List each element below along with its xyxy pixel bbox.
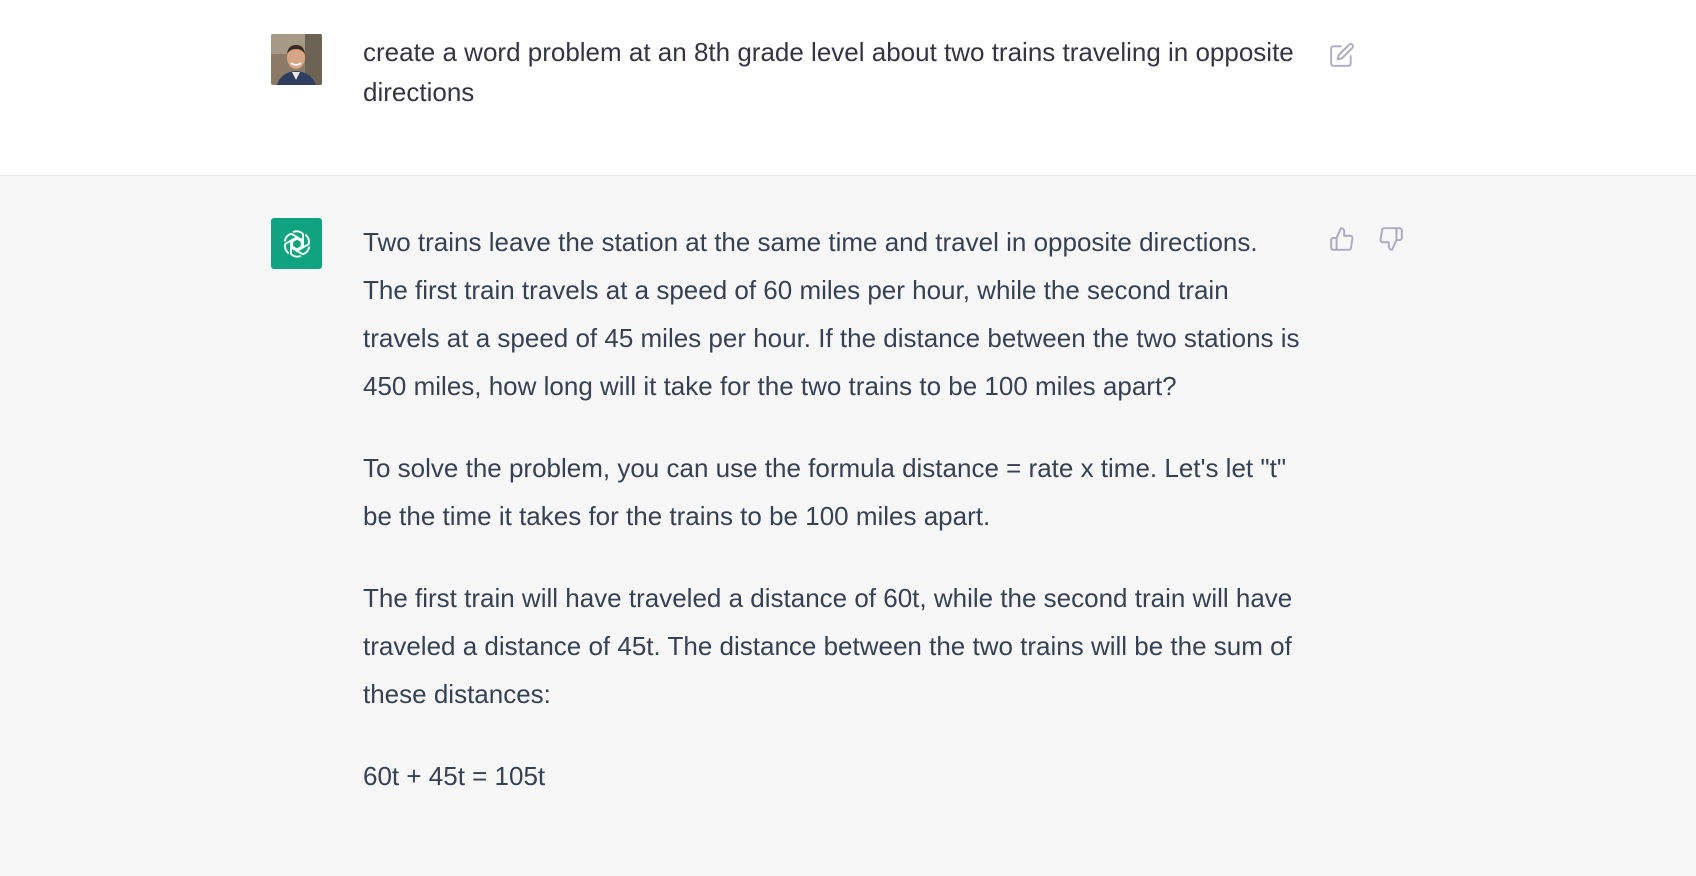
openai-logo-icon bbox=[271, 218, 322, 269]
user-message-row: create a word problem at an 8th grade le… bbox=[0, 0, 1696, 176]
assistant-message-row: Two trains leave the station at the same… bbox=[0, 176, 1696, 876]
thumbs-up-button[interactable] bbox=[1327, 224, 1357, 254]
answer-paragraph-1: Two trains leave the station at the same… bbox=[363, 227, 1300, 401]
edit-icon bbox=[1330, 43, 1354, 67]
thumbs-down-icon bbox=[1379, 227, 1403, 251]
edit-button[interactable] bbox=[1327, 40, 1357, 70]
answer-equation: 60t + 45t = 105t bbox=[363, 761, 546, 791]
thumbs-up-icon bbox=[1330, 227, 1354, 251]
user-message-text: create a word problem at an 8th grade le… bbox=[363, 37, 1294, 107]
answer-paragraph-2: To solve the problem, you can use the fo… bbox=[363, 453, 1287, 531]
assistant-message-text: Two trains leave the station at the same… bbox=[363, 218, 1308, 834]
thumbs-down-button[interactable] bbox=[1376, 224, 1406, 254]
user-avatar bbox=[271, 34, 322, 85]
answer-paragraph-3: The first train will have traveled a dis… bbox=[363, 583, 1293, 709]
